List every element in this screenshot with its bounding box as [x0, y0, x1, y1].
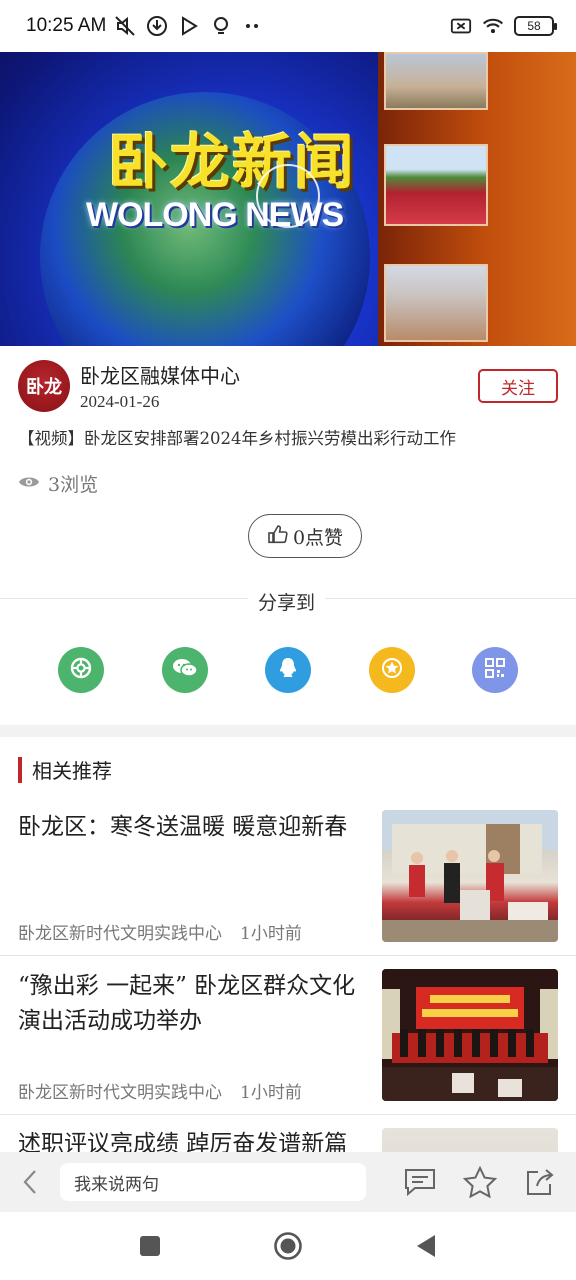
more-dots-icon — [242, 15, 264, 37]
news-thumbnail — [382, 1128, 558, 1152]
item-divider — [0, 1114, 576, 1115]
news-time: 1小时前 — [240, 1083, 302, 1103]
favorite-star-icon — [379, 655, 405, 685]
related-accent-bar — [18, 756, 22, 783]
publish-date: 2024-01-26 — [80, 392, 160, 411]
news-meta: 卧龙区新时代文明实践中心 1小时前 — [18, 1078, 302, 1103]
share-row — [58, 647, 518, 693]
avatar-text: 卧龙 — [26, 377, 62, 398]
mute-icon — [114, 15, 136, 37]
qrcode-icon — [483, 656, 507, 684]
banner-photo-flowers — [384, 144, 488, 226]
bar-actions — [402, 1164, 558, 1200]
news-title: 卧龙区：寒冬送温暖 暖意迎新春 — [18, 814, 348, 840]
news-time: 1小时前 — [240, 924, 302, 944]
avatar[interactable]: 卧龙 — [18, 360, 70, 412]
back-button[interactable] — [18, 1168, 42, 1196]
news-source: 卧龙区新时代文明实践中心 — [18, 924, 222, 944]
share-moments-button[interactable] — [58, 647, 104, 693]
author-row: 卧龙 卧龙区融媒体中心 2024-01-26 关注 — [18, 358, 558, 414]
news-thumbnail — [382, 969, 558, 1101]
play-ring-icon[interactable] — [256, 164, 320, 228]
battery-level: 58 — [527, 19, 541, 33]
article-title: 【视频】卧龙区安排部署2024年乡村振兴劳模出彩行动工作 — [18, 429, 456, 448]
like-button[interactable]: 0点赞 — [248, 514, 362, 558]
section-gap — [0, 725, 576, 737]
banner-photo-road — [384, 52, 488, 110]
star-icon[interactable] — [462, 1164, 498, 1200]
status-bar: 10:25 AM 58 — [0, 0, 576, 52]
recent-apps-button[interactable] — [133, 1229, 167, 1263]
status-time: 10:25 AM — [26, 15, 107, 36]
news-meta: 卧龙区新时代文明实践中心 1小时前 — [18, 919, 302, 944]
close-box-icon — [450, 15, 472, 37]
views-count: 3浏览 — [18, 470, 98, 497]
comment-icon[interactable] — [402, 1164, 438, 1200]
banner-photo-gate — [384, 264, 488, 342]
item-divider — [0, 955, 576, 956]
comment-bar: 我来说两句 — [0, 1152, 576, 1212]
status-icons-right: 58 — [450, 15, 557, 37]
news-thumbnail — [382, 810, 558, 942]
bulb-icon — [210, 15, 232, 37]
share-label: 分享到 — [248, 588, 326, 615]
author-info: 卧龙区融媒体中心 2024-01-26 — [80, 360, 240, 412]
news-item[interactable]: “豫出彩 一起来” 卧龙区群众文化演出活动成功举办 卧龙区新时代文明实践中心 1… — [18, 969, 558, 1103]
comment-input[interactable]: 我来说两句 — [60, 1163, 366, 1201]
news-item[interactable]: 卧龙区：寒冬送温暖 暖意迎新春 卧龙区新时代文明实践中心 1小时前 — [18, 810, 558, 944]
share-qrcode-button[interactable] — [472, 647, 518, 693]
news-title: “豫出彩 一起来” 卧龙区群众文化演出活动成功举办 — [18, 973, 356, 1034]
battery-icon: 58 — [514, 16, 557, 36]
share-qq-button[interactable] — [265, 647, 311, 693]
share-icon[interactable] — [522, 1164, 558, 1200]
follow-button[interactable]: 关注 — [478, 369, 558, 403]
related-header: 相关推荐 — [18, 755, 112, 784]
like-count: 0点赞 — [292, 526, 344, 549]
wechat-icon — [171, 656, 199, 684]
news-source: 卧龙区新时代文明实践中心 — [18, 1083, 222, 1103]
qq-icon — [276, 655, 300, 685]
news-title: 述职评议亮成绩 踔厉奋发谱新篇 — [18, 1131, 348, 1152]
eye-icon — [18, 473, 40, 495]
nav-back-button[interactable] — [409, 1229, 443, 1263]
related-heading: 相关推荐 — [32, 759, 112, 783]
wifi-icon — [482, 15, 504, 37]
download-icon — [146, 15, 168, 37]
video-banner[interactable]: 卧龙新闻 WOLONG NEWS — [0, 52, 576, 346]
share-wechat-button[interactable] — [161, 647, 208, 693]
system-nav-bar — [0, 1212, 576, 1280]
thumbs-up-icon — [267, 523, 289, 550]
moments-icon — [68, 655, 94, 685]
author-name[interactable]: 卧龙区融媒体中心 — [80, 360, 240, 389]
share-favorite-button[interactable] — [368, 647, 415, 693]
play-store-icon — [178, 15, 200, 37]
status-icons-left — [114, 15, 264, 37]
views-text: 3浏览 — [48, 474, 99, 496]
home-button[interactable] — [271, 1229, 305, 1263]
news-item[interactable]: 述职评议亮成绩 踔厉奋发谱新篇 — [18, 1128, 558, 1152]
